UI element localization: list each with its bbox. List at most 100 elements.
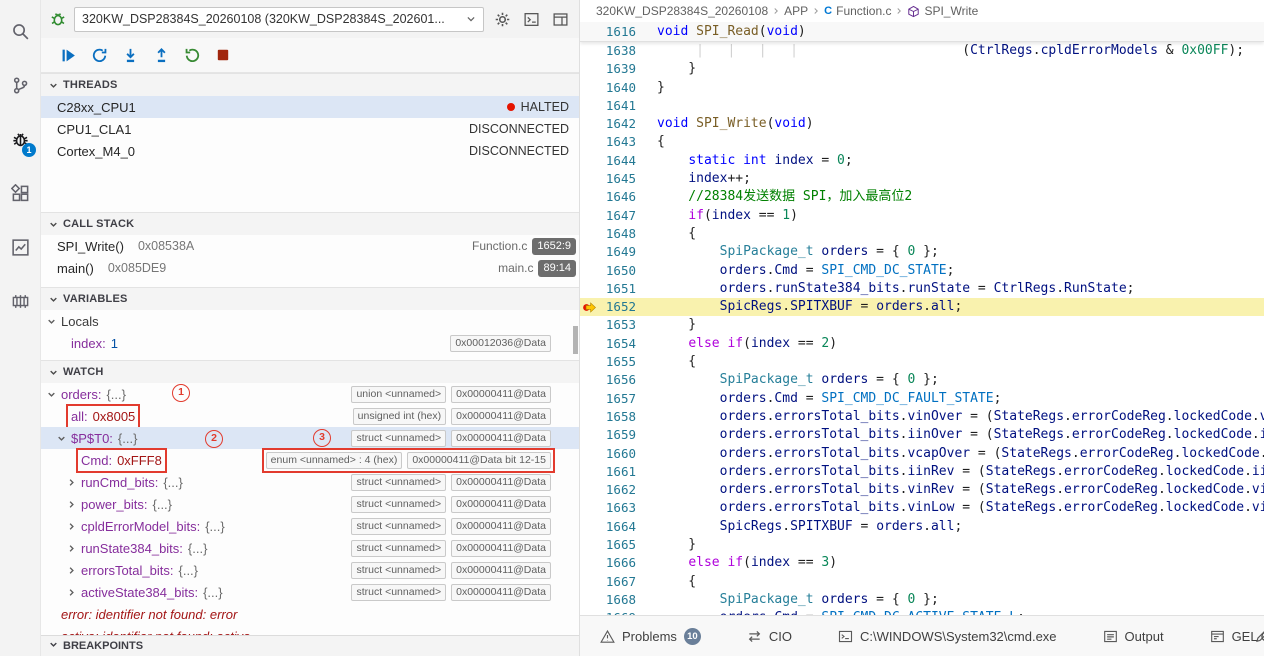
stack-frame-row[interactable]: SPI_Write() 0x08538A Function.c 1652:9	[41, 235, 579, 257]
line-number[interactable]: 1638	[580, 42, 636, 60]
pencil-icon[interactable]	[1254, 628, 1264, 647]
watch-row[interactable]: $P$T0: {...} 2 struct <unnamed> 0x00000411@D…	[41, 427, 579, 449]
chevron-right-icon[interactable]	[67, 544, 81, 553]
line-number[interactable]: 1650	[580, 262, 636, 280]
thread-row[interactable]: Cortex_M4_0 DISCONNECTED	[41, 140, 579, 162]
line-number[interactable]: 1646	[580, 188, 636, 206]
code-line[interactable]: 1645 index++;	[580, 170, 1264, 188]
line-number[interactable]: 1658	[580, 408, 636, 426]
code-line[interactable]: 1665 }	[580, 536, 1264, 554]
watch-row[interactable]: power_bits: {...} struct <unnamed> 0x000004…	[41, 493, 579, 515]
watch-row[interactable]: all: 0x8005 unsigned int (hex) 0x00000411@D…	[41, 403, 579, 429]
line-number[interactable]: 1659	[580, 426, 636, 444]
breadcrumb-item-spi-write[interactable]: SPI_Write	[907, 4, 978, 18]
line-number[interactable]: 1657	[580, 390, 636, 408]
code-line[interactable]: 1657 orders.Cmd = SPI_CMD_DC_FAULT_STATE…	[580, 390, 1264, 408]
chevron-down-icon[interactable]	[47, 317, 61, 326]
line-number[interactable]: 1647	[580, 207, 636, 225]
watch-row[interactable]: runCmd_bits: {...} struct <unnamed> 0x00000…	[41, 471, 579, 493]
breadcrumb-item-app[interactable]: APP	[784, 4, 808, 18]
refresh-button[interactable]	[88, 44, 110, 66]
breadcrumb-item-function-c[interactable]: C Function.c	[824, 4, 891, 18]
code-line[interactable]: 1640}	[580, 79, 1264, 97]
line-number[interactable]: 1643	[580, 133, 636, 151]
watch-row[interactable]: error: identifier not found: error	[41, 603, 579, 625]
code-line[interactable]: 1647 if(index == 1)	[580, 207, 1264, 225]
line-number[interactable]: 1644	[580, 152, 636, 170]
line-number[interactable]: 1667	[580, 573, 636, 591]
code-area[interactable]: 1616 void SPI_Read(void) 1638 | | | | (Ctr…	[580, 22, 1264, 615]
activity-item-debug[interactable]: 1	[3, 120, 37, 158]
code-line[interactable]: 1649 SpiPackage_t orders = { 0 };	[580, 243, 1264, 261]
call-stack-section-header[interactable]: CALL STACK	[41, 212, 579, 235]
sticky-line[interactable]: 1616 void SPI_Read(void)	[580, 22, 1264, 42]
stop-button[interactable]	[212, 44, 234, 66]
variables-section-header[interactable]: VARIABLES	[41, 287, 579, 310]
line-number[interactable]: 1663	[580, 499, 636, 517]
activity-item-search[interactable]	[3, 12, 37, 50]
line-number[interactable]: 1666	[580, 554, 636, 572]
debug-launch-icon[interactable]	[49, 10, 67, 28]
chevron-right-icon[interactable]	[67, 522, 81, 531]
watch-row[interactable]: activeState384_bits: {...} struct <unnamed…	[41, 581, 579, 603]
chevron-right-icon[interactable]	[67, 566, 81, 575]
code-line[interactable]: 1662 orders.errorsTotal_bits.vinRev = (S…	[580, 481, 1264, 499]
line-number[interactable]: 1668	[580, 591, 636, 609]
chevron-right-icon[interactable]	[67, 500, 81, 509]
continue-button[interactable]	[57, 44, 79, 66]
thread-row[interactable]: CPU1_CLA1 DISCONNECTED	[41, 118, 579, 140]
code-line[interactable]: 1659 orders.errorsTotal_bits.iinOver = (…	[580, 426, 1264, 444]
activity-item-source-control[interactable]	[3, 66, 37, 104]
code-line[interactable]: 1658 orders.errorsTotal_bits.vinOver = (…	[580, 408, 1264, 426]
watch-row[interactable]: errorsTotal_bits: {...} struct <unnamed> 0x…	[41, 559, 579, 581]
panel-tab-problems[interactable]: Problems 10	[600, 627, 701, 645]
code-line[interactable]: 1664 SpicRegs.SPITXBUF = orders.all;	[580, 518, 1264, 536]
panel-tab-output[interactable]: Output	[1103, 629, 1164, 644]
line-number[interactable]: 1642	[580, 115, 636, 133]
chevron-down-icon[interactable]	[47, 390, 61, 399]
line-number[interactable]: 1660	[580, 445, 636, 463]
code-line[interactable]: 1660 orders.errorsTotal_bits.vcapOver = …	[580, 445, 1264, 463]
line-number[interactable]: 1664	[580, 518, 636, 536]
line-number[interactable]: 1645	[580, 170, 636, 188]
code-line[interactable]: 1667 {	[580, 573, 1264, 591]
panel-tab-c-windows-system32-cmd-exe[interactable]: C:\WINDOWS\System32\cmd.exe	[838, 629, 1057, 644]
code-line[interactable]: 1655 {	[580, 353, 1264, 371]
code-line[interactable]: 1653 }	[580, 316, 1264, 334]
chevron-down-icon[interactable]	[57, 434, 71, 443]
line-number[interactable]: 1648	[580, 225, 636, 243]
restart-button[interactable]	[181, 44, 203, 66]
chevron-right-icon[interactable]	[67, 478, 81, 487]
line-number[interactable]: 1656	[580, 371, 636, 389]
threads-section-header[interactable]: THREADS	[41, 73, 579, 96]
code-line[interactable]: 1650 orders.Cmd = SPI_CMD_DC_STATE;	[580, 262, 1264, 280]
line-number[interactable]: 1616	[580, 22, 636, 41]
line-number[interactable]: 1639	[580, 60, 636, 78]
line-number[interactable]: 1661	[580, 463, 636, 481]
code-line[interactable]: 1656 SpiPackage_t orders = { 0 };	[580, 371, 1264, 389]
panel-tab-cio[interactable]: CIO	[747, 629, 792, 644]
code-line[interactable]: 1646 //28384发送数据 SPI，加入最高位2	[580, 188, 1264, 206]
watch-row[interactable]: runState384_bits: {...} struct <unnamed> 0x…	[41, 537, 579, 559]
step-out-button[interactable]	[150, 44, 172, 66]
activity-item-analysis[interactable]	[3, 228, 37, 266]
breakpoints-section-header[interactable]: BREAKPOINTS	[41, 635, 579, 656]
code-line[interactable]: 1638 | | | | (CtrlRegs.cpldErrorModels &…	[580, 42, 1264, 60]
gear-icon[interactable]	[491, 8, 513, 30]
activity-item-memory[interactable]	[3, 282, 37, 320]
code-line[interactable]: 1651 orders.runState384_bits.runState = …	[580, 280, 1264, 298]
watch-row[interactable]: Cmd: 0xFFF8 3 enum <unnamed> : 4 (hex) 0x000…	[41, 429, 579, 473]
code-line[interactable]: 1648 {	[580, 225, 1264, 243]
line-number[interactable]: 1649	[580, 243, 636, 261]
line-number[interactable]: 1641	[580, 97, 636, 115]
code-line[interactable]: 1666 else if(index == 3)	[580, 554, 1264, 572]
line-number[interactable]: 1651	[580, 280, 636, 298]
watch-row[interactable]: orders: {...} 1 union <unnamed> 0x00000411@D…	[41, 383, 579, 405]
breadcrumb-item-320kw-dsp28384s-20260108[interactable]: 320KW_DSP28384S_20260108	[596, 4, 768, 18]
watch-row[interactable]: cpldErrorModel_bits: {...} struct <unnamed…	[41, 515, 579, 537]
stack-frame-row[interactable]: main() 0x085DE9 main.c 89:14	[41, 257, 579, 279]
code-line[interactable]: 1663 orders.errorsTotal_bits.vinLow = (S…	[580, 499, 1264, 517]
code-line[interactable]: 1668 SpiPackage_t orders = { 0 };	[580, 591, 1264, 609]
line-number[interactable]: 1655	[580, 353, 636, 371]
watch-section-header[interactable]: WATCH	[41, 360, 579, 383]
